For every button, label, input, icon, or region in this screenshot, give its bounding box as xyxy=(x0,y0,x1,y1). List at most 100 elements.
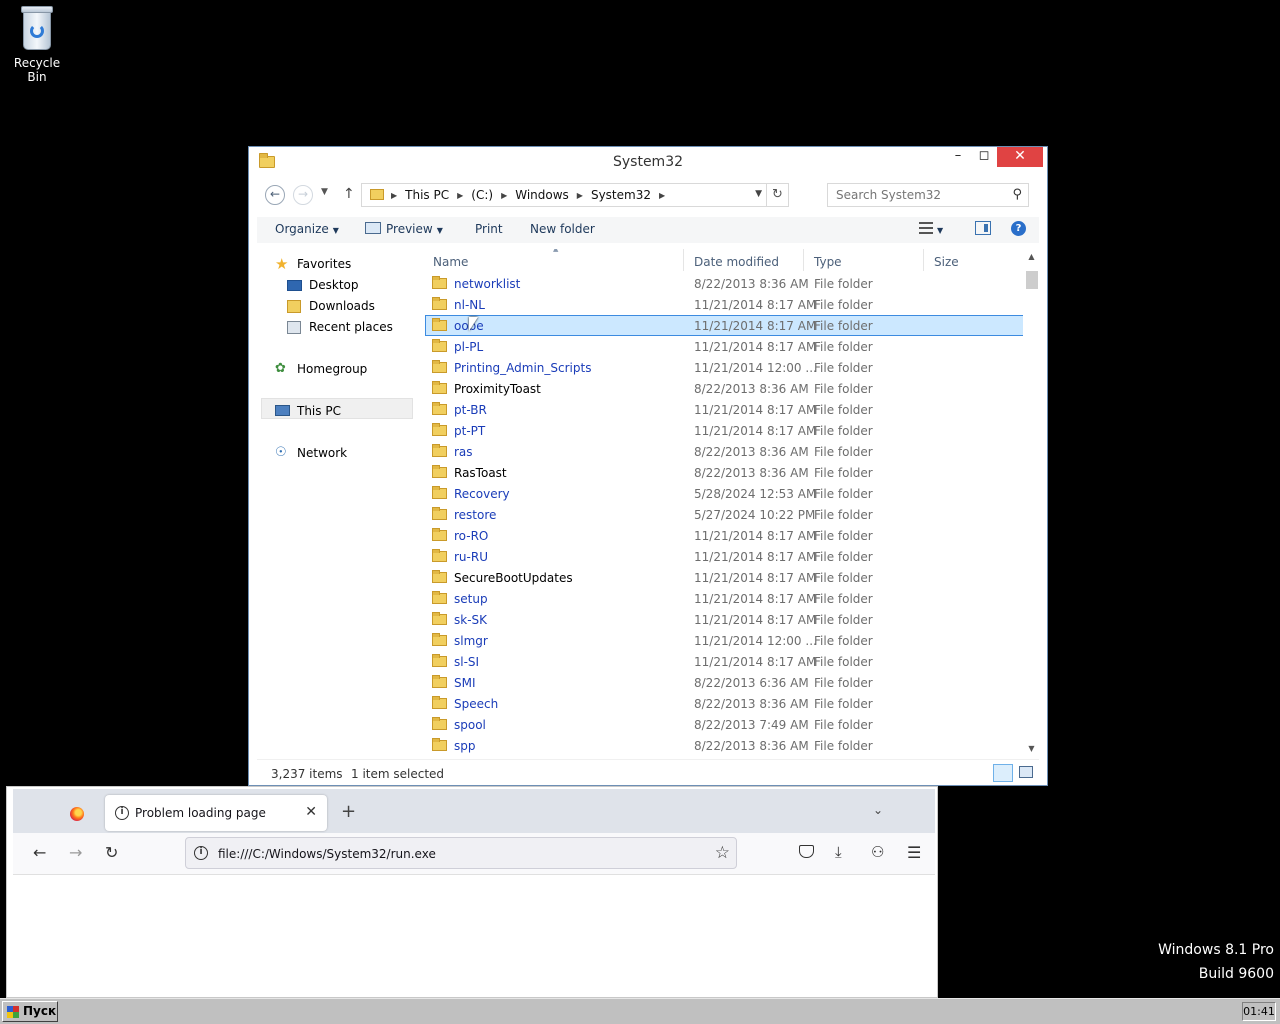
table-row[interactable]: restore 5/27/2024 10:22 PM File folder xyxy=(425,504,1025,525)
nav-downloads[interactable]: Downloads xyxy=(287,299,375,313)
table-row[interactable]: pt-BR 11/21/2014 8:17 AM File folder xyxy=(425,399,1025,420)
scroll-thumb[interactable] xyxy=(1026,271,1038,289)
table-row[interactable]: Printing_Admin_Scripts 11/21/2014 12:00 .… xyxy=(425,357,1025,378)
column-name[interactable]: Name xyxy=(433,255,468,269)
new-tab-icon[interactable]: + xyxy=(341,801,356,822)
url-input[interactable] xyxy=(218,844,698,864)
site-info-icon[interactable]: i xyxy=(194,846,208,860)
print-button[interactable]: Print xyxy=(475,222,503,236)
address-bar[interactable]: ▶ This PC ▶ (C:) ▶ Windows ▶ System32 ▶ … xyxy=(361,183,789,207)
table-row[interactable]: pt-PT 11/21/2014 8:17 AM File folder xyxy=(425,420,1025,441)
table-row[interactable]: slmgr 11/21/2014 12:00 ... File folder xyxy=(425,630,1025,651)
breadcrumb-drive-c[interactable]: (C:) xyxy=(466,188,498,204)
table-row[interactable]: pl-PL 11/21/2014 8:17 AM File folder xyxy=(425,336,1025,357)
breadcrumb-separator[interactable]: ▶ xyxy=(574,188,586,204)
forward-arrow-icon[interactable]: → xyxy=(69,843,82,862)
large-icons-view-icon[interactable] xyxy=(1019,766,1033,778)
breadcrumb-separator[interactable]: ▶ xyxy=(388,188,400,204)
table-row[interactable]: Speech 8/22/2013 8:36 AM File folder xyxy=(425,693,1025,714)
downloads-icon[interactable]: ⤓ xyxy=(835,843,842,861)
list-all-tabs-icon[interactable]: ⌄ xyxy=(873,803,883,817)
nav-homegroup[interactable]: ✿ Homegroup xyxy=(275,362,367,377)
table-row[interactable]: ras 8/22/2013 8:36 AM File folder xyxy=(425,441,1025,462)
scroll-up-icon[interactable]: ▲ xyxy=(1023,249,1040,265)
table-row[interactable]: ProximityToast 8/22/2013 8:36 AM File fold… xyxy=(425,378,1025,399)
table-row[interactable]: spool 8/22/2013 7:49 AM File folder xyxy=(425,714,1025,735)
nav-this-pc[interactable]: This PC xyxy=(275,404,341,418)
details-view-icon[interactable] xyxy=(993,764,1013,782)
table-row[interactable]: oobe 11/21/2014 8:17 AM File folder xyxy=(425,315,1025,336)
recycle-bin-shortcut[interactable]: Recycle Bin xyxy=(4,6,70,84)
search-box[interactable]: ⚲ xyxy=(827,183,1029,207)
table-row[interactable]: Recovery 5/28/2024 12:53 AM File folder xyxy=(425,483,1025,504)
start-button[interactable]: Пуск xyxy=(2,1001,58,1022)
table-row[interactable]: networklist 8/22/2013 8:36 AM File folder xyxy=(425,273,1025,294)
organize-button[interactable]: Organize ▼ xyxy=(275,222,339,236)
breadcrumb-system32[interactable]: System32 xyxy=(586,188,656,204)
file-name: networklist xyxy=(454,277,521,291)
table-row[interactable]: SMI 8/22/2013 6:36 AM File folder xyxy=(425,672,1025,693)
up-button[interactable]: ↑ xyxy=(343,186,355,202)
reload-icon[interactable]: ↻ xyxy=(105,843,118,862)
url-bar[interactable]: i ☆ xyxy=(185,837,737,869)
vertical-scrollbar[interactable]: ▲ ▼ xyxy=(1023,249,1040,757)
new-folder-button[interactable]: New folder xyxy=(530,222,595,236)
search-input[interactable] xyxy=(828,184,998,206)
breadcrumb-separator[interactable]: ▶ xyxy=(454,188,466,204)
table-row[interactable]: ro-RO 11/21/2014 8:17 AM File folder xyxy=(425,525,1025,546)
firefox-icon[interactable] xyxy=(70,807,84,821)
preview-button[interactable]: Preview ▼ xyxy=(365,222,443,236)
explorer-title-bar[interactable]: System32 – ◻ ✕ xyxy=(249,147,1047,177)
nav-favorites-label: Favorites xyxy=(297,257,352,271)
nav-network[interactable]: ☉ Network xyxy=(275,446,347,461)
system-clock[interactable]: 01:41 xyxy=(1242,1002,1276,1021)
file-date-modified: 11/21/2014 8:17 AM xyxy=(694,592,817,606)
column-size[interactable]: Size xyxy=(934,255,959,269)
file-name: setup xyxy=(454,592,488,606)
folder-icon xyxy=(432,549,447,562)
hamburger-menu-icon[interactable]: ☰ xyxy=(907,843,921,862)
close-tab-icon[interactable]: ✕ xyxy=(305,804,317,820)
file-list: ▲ Name Date modified Type Size networkli… xyxy=(425,249,1025,759)
file-date-modified: 11/21/2014 12:00 ... xyxy=(694,634,817,648)
maximize-button[interactable]: ◻ xyxy=(971,147,997,167)
minimize-button[interactable]: – xyxy=(945,147,971,167)
change-view-button[interactable]: ▼ xyxy=(919,222,943,236)
table-row[interactable]: RasToast 8/22/2013 8:36 AM File folder xyxy=(425,462,1025,483)
back-button[interactable]: ← xyxy=(265,185,285,205)
breadcrumb-separator[interactable]: ▶ xyxy=(498,188,510,204)
table-row[interactable]: ru-RU 11/21/2014 8:17 AM File folder xyxy=(425,546,1025,567)
bookmark-star-icon[interactable]: ☆ xyxy=(715,843,730,863)
nav-desktop[interactable]: Desktop xyxy=(287,278,359,292)
tab-problem-loading[interactable]: i Problem loading page ✕ xyxy=(105,795,327,831)
file-name: ro-RO xyxy=(454,529,489,543)
preview-pane-icon[interactable] xyxy=(975,221,991,235)
file-name: spp xyxy=(454,739,476,753)
back-arrow-icon[interactable]: ← xyxy=(33,843,46,862)
recent-locations-dropdown[interactable]: ▼ xyxy=(321,187,328,197)
search-icon[interactable]: ⚲ xyxy=(1012,187,1022,202)
breadcrumb-windows[interactable]: Windows xyxy=(510,188,574,204)
help-icon[interactable]: ? xyxy=(1011,221,1026,236)
address-history-dropdown[interactable]: ▼ xyxy=(755,189,762,199)
scroll-down-icon[interactable]: ▼ xyxy=(1023,741,1040,757)
column-date-modified[interactable]: Date modified xyxy=(694,255,779,269)
column-type[interactable]: Type xyxy=(814,255,842,269)
breadcrumb-this-pc[interactable]: This PC xyxy=(400,188,454,204)
nav-recent-places[interactable]: Recent places xyxy=(287,320,393,334)
table-row[interactable]: sk-SK 11/21/2014 8:17 AM File folder xyxy=(425,609,1025,630)
breadcrumb-separator[interactable]: ▶ xyxy=(656,188,668,204)
extensions-icon[interactable]: ⚇ xyxy=(871,843,884,861)
file-type: File folder xyxy=(814,424,873,438)
table-row[interactable]: setup 11/21/2014 8:17 AM File folder xyxy=(425,588,1025,609)
table-row[interactable]: nl-NL 11/21/2014 8:17 AM File folder xyxy=(425,294,1025,315)
table-row[interactable]: sl-SI 11/21/2014 8:17 AM File folder xyxy=(425,651,1025,672)
forward-button[interactable]: → xyxy=(293,185,313,205)
close-button[interactable]: ✕ xyxy=(997,147,1043,167)
refresh-icon[interactable]: ↻ xyxy=(766,184,788,206)
table-row[interactable]: SecureBootUpdates 11/21/2014 8:17 AM File … xyxy=(425,567,1025,588)
nav-favorites[interactable]: ★ Favorites xyxy=(275,257,352,272)
table-row[interactable]: spp 8/22/2013 8:36 AM File folder xyxy=(425,735,1025,756)
file-name: sk-SK xyxy=(454,613,488,627)
pocket-icon[interactable] xyxy=(799,845,814,858)
